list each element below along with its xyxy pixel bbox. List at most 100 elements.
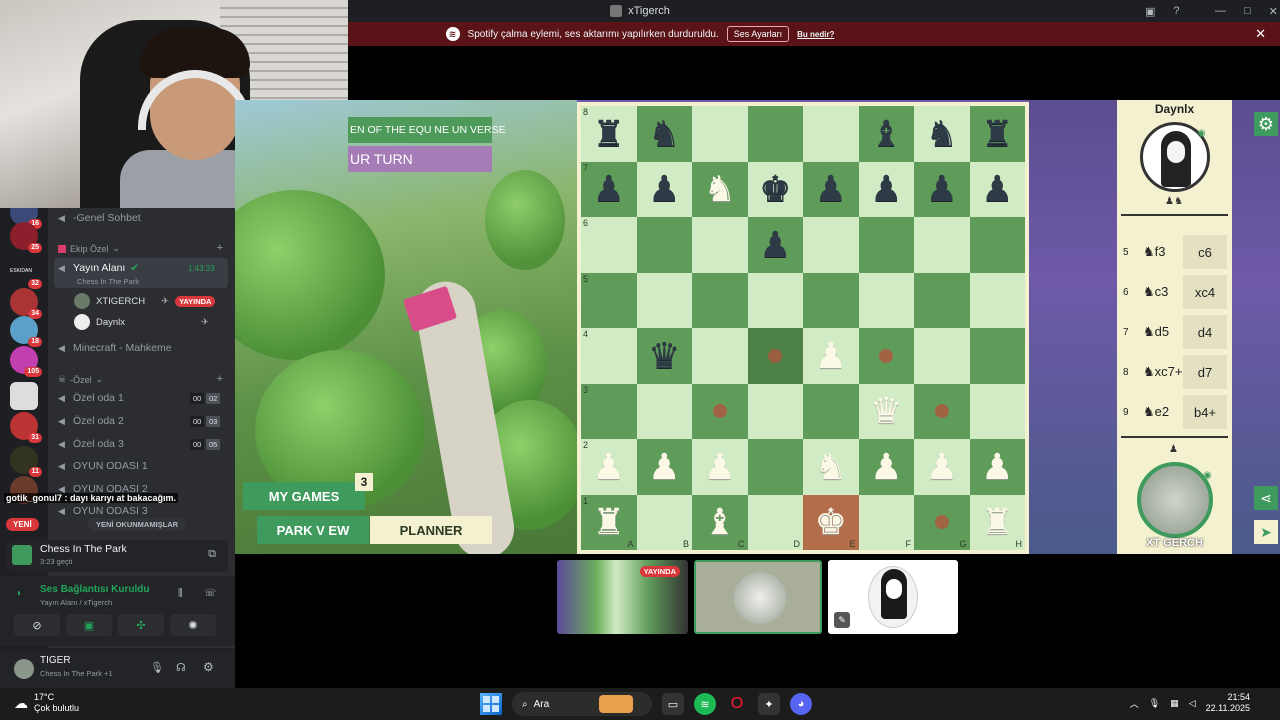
square-a3[interactable]: 3	[581, 383, 637, 439]
move-hint-dot[interactable]	[712, 404, 727, 419]
spotify-icon[interactable]: ≋	[694, 693, 716, 715]
square-c7[interactable]: ♞	[692, 161, 748, 217]
microphone-icon[interactable]: 🎙	[150, 661, 164, 674]
black-move[interactable]: xc4	[1183, 275, 1227, 309]
channel-oyun-1[interactable]: ◀ OYUN ODASI 1	[58, 460, 148, 472]
square-b1[interactable]: B	[636, 494, 692, 550]
my-avatar[interactable]	[1137, 462, 1213, 538]
server-icon[interactable]: 31	[10, 412, 42, 443]
square-e8[interactable]	[803, 106, 859, 162]
white-pawn-icon[interactable]: ♟	[926, 448, 958, 485]
disconnect-icon[interactable]: ☏	[204, 588, 217, 599]
white-move[interactable]: ♞d5	[1143, 324, 1169, 340]
white-pawn-icon[interactable]: ♟	[815, 337, 847, 374]
activities-button[interactable]: ✣	[118, 614, 164, 636]
chessboard[interactable]: 8 ♜ ♞ ♝ ♞ ♜ 7 ♟ ♟ ♞ ♚ ♟ ♟ ♟ ♟ 6 ♟ 5 4 ♛ ♟ 3 ♛ 2 ♟ ♟ ♟ ♞ ♟ ♟ ♟ 1 A ♜ B C ♝ D E ♚…	[581, 106, 1025, 550]
help-icon[interactable]: ?	[1173, 5, 1179, 17]
square-f8[interactable]: ♝	[858, 106, 914, 162]
square-a6[interactable]: 6	[581, 217, 637, 273]
white-pawn-icon[interactable]: ♟	[704, 448, 736, 485]
square-h4[interactable]	[969, 328, 1025, 384]
headphones-icon[interactable]: ☊	[176, 661, 186, 674]
channel-ozel-oda-3[interactable]: ◀ Özel oda 3	[58, 438, 124, 450]
square-f4[interactable]	[858, 328, 914, 384]
activity-card[interactable]: Chess In The Park 3:23 geçti ⧉	[6, 540, 228, 572]
square-d8[interactable]	[747, 106, 803, 162]
minimize-button[interactable]: —	[1215, 5, 1226, 17]
weather-widget[interactable]: ☁ 17°C Çok bulutlu	[14, 692, 79, 714]
black-move[interactable]: c6	[1183, 235, 1227, 269]
black-move[interactable]: d4	[1183, 315, 1227, 349]
black-rook-icon[interactable]: ♜	[593, 115, 625, 152]
channel-minecraft[interactable]: ◀ Minecraft - Mahkeme	[58, 342, 172, 354]
move-hint-dot[interactable]	[768, 348, 783, 363]
username[interactable]: TIGER	[40, 655, 71, 666]
white-move[interactable]: ♞e2	[1143, 404, 1169, 420]
square-a1[interactable]: 1 A ♜	[581, 494, 637, 550]
close-notice-icon[interactable]: ✕	[1255, 26, 1266, 42]
square-c1[interactable]: C ♝	[692, 494, 748, 550]
category-ozel[interactable]: ☠ -Özel ⌄	[58, 374, 103, 385]
square-b4[interactable]: ♛	[636, 328, 692, 384]
server-icon[interactable]: ESKIDAN 32	[10, 258, 42, 289]
square-g4[interactable]	[914, 328, 970, 384]
server-icon[interactable]: 105	[10, 346, 42, 377]
white-knight-icon[interactable]: ♞	[704, 171, 736, 207]
channel-ozel-oda-2[interactable]: ◀ Özel oda 2	[58, 415, 124, 427]
move-hint-dot[interactable]	[934, 404, 949, 419]
black-queen-icon[interactable]: ♛	[648, 337, 680, 374]
square-a2[interactable]: 2 ♟	[581, 439, 637, 495]
white-bishop-icon[interactable]: ♝	[704, 504, 736, 540]
square-f7[interactable]: ♟	[858, 161, 914, 217]
square-c4[interactable]	[692, 328, 748, 384]
square-e5[interactable]	[803, 272, 859, 328]
task-view-icon[interactable]: ▭	[662, 693, 684, 715]
black-pawn-icon[interactable]: ♟	[981, 171, 1013, 207]
square-d2[interactable]	[747, 439, 803, 495]
planner-button[interactable]: PLANNER	[370, 516, 492, 544]
clock[interactable]: 21:54 22.11.2025	[1206, 692, 1250, 714]
white-move[interactable]: ♞xc7+	[1143, 364, 1182, 380]
square-g8[interactable]: ♞	[914, 106, 970, 162]
category-ekip[interactable]: Ekip Özel ⌄	[58, 243, 120, 254]
square-f6[interactable]	[858, 217, 914, 273]
server-icon[interactable]	[10, 382, 38, 410]
square-e2[interactable]: ♞	[803, 439, 859, 495]
square-c6[interactable]	[692, 217, 748, 273]
white-pawn-icon[interactable]: ♟	[593, 448, 625, 485]
white-move[interactable]: ♞c3	[1143, 284, 1168, 300]
white-pawn-icon[interactable]: ♟	[870, 448, 902, 485]
soundboard-button[interactable]: ✺	[170, 614, 216, 636]
move-hint-dot[interactable]	[934, 515, 949, 530]
taskbar-search[interactable]: ⌕ Ara	[512, 692, 652, 716]
network-icon[interactable]: ▦	[1170, 698, 1179, 709]
square-b5[interactable]	[636, 272, 692, 328]
black-bishop-icon[interactable]: ♝	[870, 115, 902, 152]
black-king-icon[interactable]: ♚	[759, 171, 791, 207]
park-view-button[interactable]: PARK V EW	[257, 516, 369, 544]
microphone-icon[interactable]: 🎙	[1149, 698, 1160, 709]
inbox-icon[interactable]: ▣	[1145, 5, 1155, 18]
square-f5[interactable]	[858, 272, 914, 328]
square-c5[interactable]	[692, 272, 748, 328]
settings-gear-icon[interactable]: ⚙	[1254, 112, 1278, 136]
move-hint-dot[interactable]	[879, 348, 894, 363]
square-e1[interactable]: E ♚	[803, 494, 859, 550]
what-is-this-link[interactable]: Bu nedir?	[797, 30, 834, 39]
black-pawn-icon[interactable]: ♟	[759, 226, 791, 263]
black-pawn-icon[interactable]: ♟	[648, 171, 680, 207]
square-g3[interactable]	[914, 383, 970, 439]
square-h6[interactable]	[969, 217, 1025, 273]
white-queen-icon[interactable]: ♛	[870, 393, 902, 429]
black-move[interactable]: d7	[1183, 355, 1227, 389]
white-move[interactable]: ♞f3	[1143, 244, 1166, 260]
square-h3[interactable]	[969, 383, 1025, 439]
square-h2[interactable]: ♟	[969, 439, 1025, 495]
channel-ozel-oda-1[interactable]: ◀ Özel oda 1	[58, 392, 124, 404]
square-g5[interactable]	[914, 272, 970, 328]
server-icon[interactable]: 34	[10, 288, 42, 319]
black-pawn-icon[interactable]: ♟	[593, 171, 625, 207]
black-rook-icon[interactable]: ♜	[981, 115, 1013, 152]
square-f1[interactable]: F	[858, 494, 914, 550]
voice-location[interactable]: Yayın Alanı / xTigerch	[40, 598, 112, 607]
